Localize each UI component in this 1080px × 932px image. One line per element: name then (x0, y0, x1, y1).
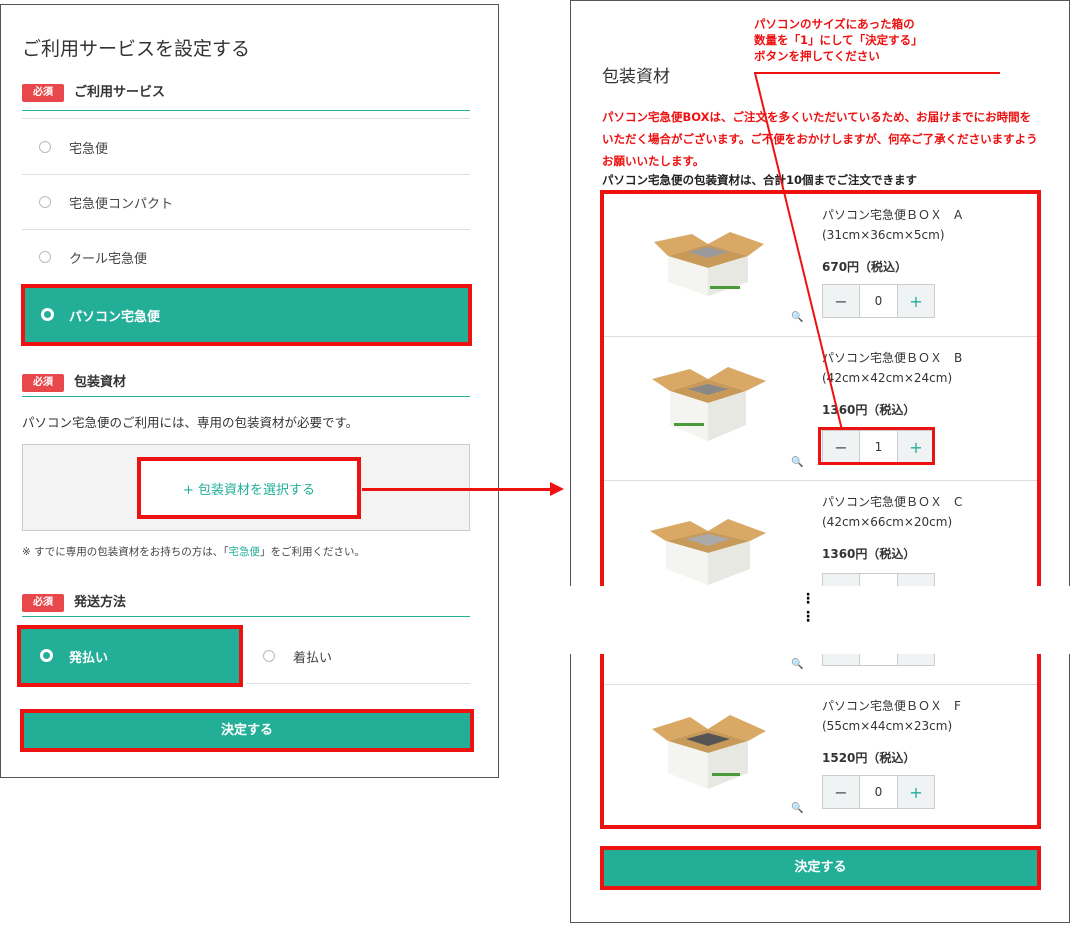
divider (22, 118, 470, 119)
arrow-line (362, 488, 552, 491)
packaging-section-header: 必須 包装資材 (22, 374, 470, 397)
products-highlight-frame-top (600, 190, 1041, 586)
packaging-title: 包装資材 (602, 67, 670, 87)
packaging-description: パソコン宅急便のご利用には、専用の包装資材が必要です。 (22, 415, 359, 430)
service-option-pc[interactable]: パソコン宅急便 (21, 284, 472, 346)
takkyubin-link[interactable]: 宅急便 (229, 546, 261, 558)
required-badge: 必須 (22, 374, 64, 392)
service-option-label: クール宅急便 (69, 252, 148, 267)
shipping-option-label: 着払い (293, 651, 333, 666)
ellipsis-icon: ⋮ ⋮ (801, 591, 815, 625)
radio-button[interactable] (39, 141, 51, 153)
select-packaging-label: + 包装資材を選択する (182, 483, 316, 498)
service-option-cool[interactable]: クール宅急便 (22, 230, 470, 285)
callout-underline (754, 72, 1000, 74)
shipping-section-header: 必須 発送方法 (22, 594, 470, 617)
arrow-head-icon (550, 482, 564, 496)
note-text: ※ すでに専用の包装資材をお持ちの方は、「 (22, 546, 229, 558)
instruction-callout: パソコンのサイズにあった箱の 数量を「1」にして「決定する」 ボタンを押してくだ… (754, 16, 974, 64)
service-section-header: 必須 ご利用サービス (22, 84, 470, 111)
required-badge: 必須 (22, 84, 64, 102)
shipping-option-prepaid[interactable]: 発払い (17, 625, 243, 687)
order-limit-note: パソコン宅急便の包装資材は、合計10個までご注文できます (602, 173, 918, 187)
service-option-label: パソコン宅急便 (69, 310, 161, 325)
shipping-option-label: 発払い (69, 651, 109, 666)
callout-line: ボタンを押してください (754, 49, 880, 63)
packaging-section-label: 包装資材 (74, 375, 127, 390)
omitted-products-gap (560, 586, 1080, 654)
select-packaging-button[interactable]: + 包装資材を選択する (137, 457, 361, 519)
radio-button[interactable] (263, 650, 275, 662)
callout-line: パソコンのサイズにあった箱の (754, 17, 915, 31)
radio-button[interactable] (39, 251, 51, 263)
callout-line: 数量を「1」にして「決定する」 (754, 33, 923, 47)
service-option-label: 宅急便コンパクト (69, 197, 174, 212)
radio-button[interactable] (39, 196, 51, 208)
radio-button-selected[interactable] (41, 308, 54, 321)
service-option-label: 宅急便 (69, 142, 109, 157)
service-option-compact[interactable]: 宅急便コンパクト (22, 175, 470, 230)
shipping-option-cod[interactable]: 着払い (246, 629, 470, 684)
required-badge: 必須 (22, 594, 64, 612)
shipping-section-label: 発送方法 (74, 595, 127, 610)
note-text: 」をご利用ください。 (260, 546, 365, 558)
service-option-takkyubin[interactable]: 宅急便 (22, 120, 470, 175)
packaging-note: ※ すでに専用の包装資材をお持ちの方は、「宅急便」をご利用ください。 (22, 544, 365, 559)
submit-button[interactable]: 決定する (20, 709, 474, 752)
service-section-label: ご利用サービス (74, 85, 166, 100)
packaging-submit-button[interactable]: 決定する (600, 846, 1041, 890)
page-title: ご利用サービスを設定する (22, 38, 251, 60)
products-highlight-frame-bottom (600, 654, 1041, 829)
radio-button-selected[interactable] (40, 649, 53, 662)
delivery-notice: パソコン宅急便BOXは、ご注文を多くいただいているため、お届けまでにお時間をいた… (602, 110, 1038, 168)
